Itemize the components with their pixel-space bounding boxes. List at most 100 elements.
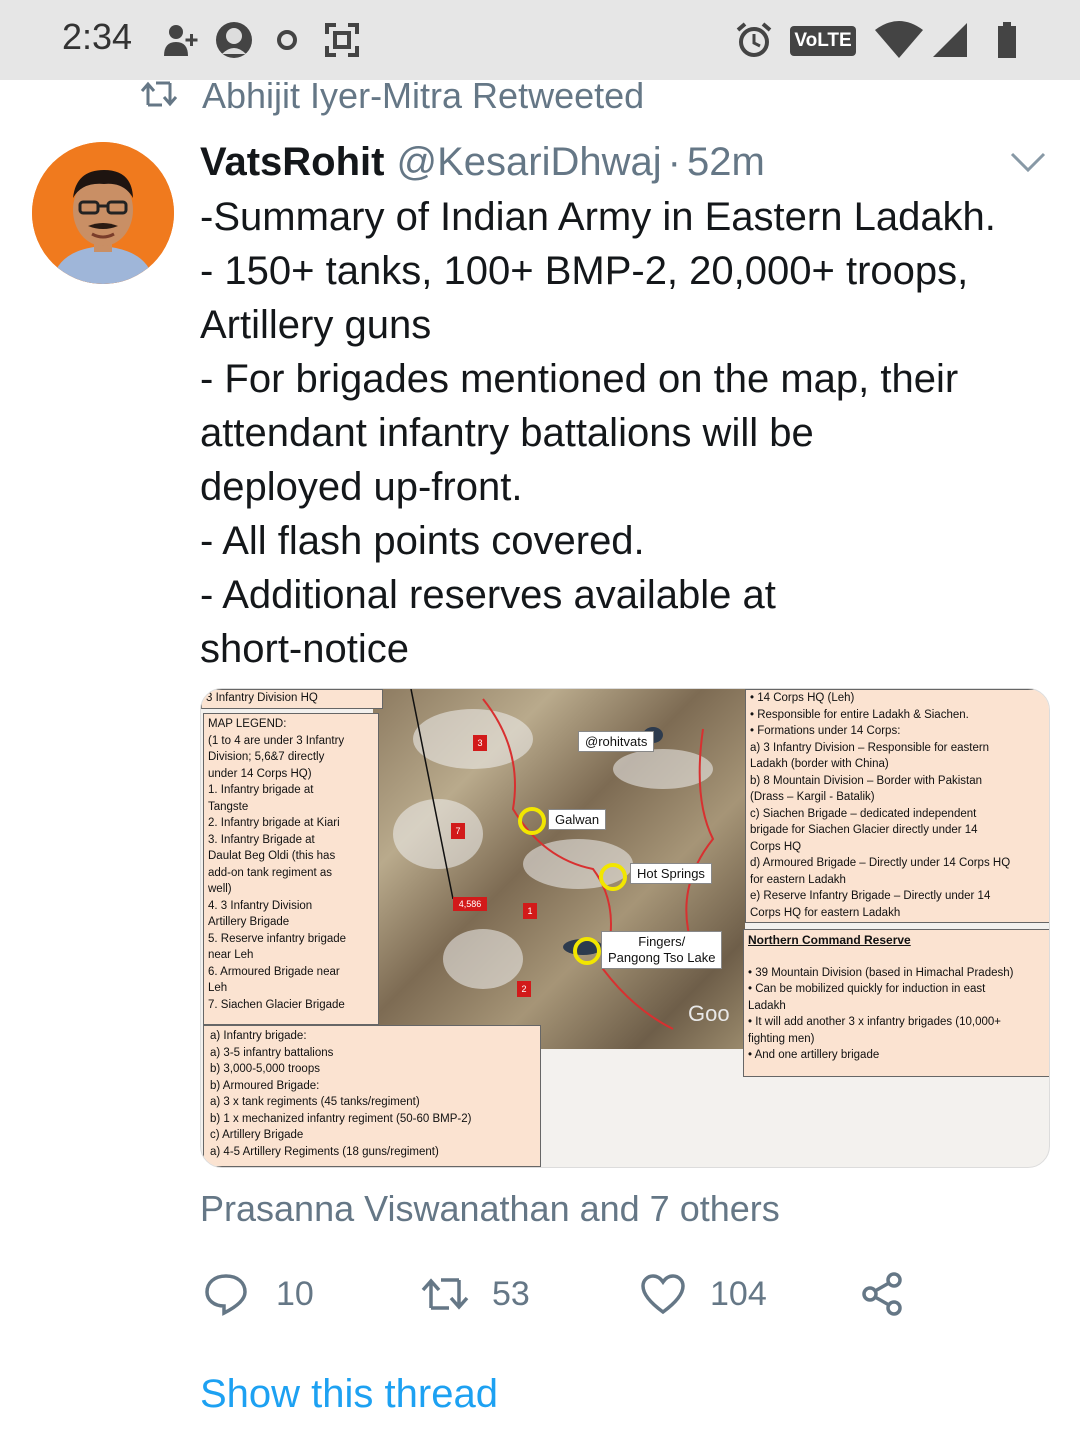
status-time: 2:34 <box>62 16 133 57</box>
legend-line: 5. Reserve infantry brigade <box>208 932 347 945</box>
legend-line: near Leh <box>208 949 254 961</box>
tweet-text: -Summary of Indian Army in Eastern Ladak… <box>200 190 1060 676</box>
corps-info-line: • 14 Corps HQ (Leh) <box>750 692 855 704</box>
corps-info-line: Corps HQ <box>750 840 802 853</box>
map-marker: 3 <box>473 735 487 751</box>
legend-line: 3. Infantry Brigade at <box>208 833 315 846</box>
composition-line: a) Infantry brigade: <box>210 1030 307 1042</box>
battery-icon <box>992 18 1022 62</box>
legend-line: 6. Armoured Brigade near <box>208 965 340 978</box>
legend-line: 2. Infantry brigade at Kiari <box>208 817 340 829</box>
legend-line: (1 to 4 are under 3 Infantry <box>208 734 345 747</box>
retweet-context-icon <box>140 79 178 114</box>
hot-springs-marker <box>599 863 627 891</box>
corps-info-line: e) Reserve Infantry Brigade – Directly u… <box>750 890 991 902</box>
galwan-marker <box>518 807 546 835</box>
reply-button[interactable]: 10 <box>204 1266 314 1322</box>
likers-summary[interactable]: Prasanna Viswanathan and 7 others <box>200 1188 780 1230</box>
corps-info-line: (Drass – Kargil - Batalik) <box>750 791 875 803</box>
reserve-line: • Can be mobilized quickly for induction… <box>748 983 986 995</box>
height-marker: 4,586 <box>453 897 487 911</box>
reserve-line: • And one artillery brigade <box>748 1049 880 1061</box>
corps-info-line: d) Armoured Brigade – Directly under 14 … <box>750 857 1011 869</box>
avatar[interactable] <box>32 142 174 284</box>
corps-info-line: c) Siachen Brigade – dedicated independe… <box>750 807 977 820</box>
division-hq-text: 3 Infantry Division HQ <box>206 692 318 704</box>
author-handle[interactable]: @KesariDhwaj <box>396 140 661 185</box>
share-button[interactable] <box>860 1266 904 1322</box>
legend-line: 4. 3 Infantry Division <box>208 899 313 912</box>
brigade-composition-box: a) Infantry brigade: a) 3-5 infantry bat… <box>203 1025 541 1167</box>
chevron-down-icon[interactable] <box>1008 148 1048 176</box>
legend-line: add-on tank regiment as <box>208 866 333 879</box>
header-separator: · <box>667 139 681 184</box>
tweet-time[interactable]: 52m <box>687 140 765 185</box>
tweet-line: deployed up-front. <box>200 465 523 509</box>
tweet-line: -Summary of Indian Army in Eastern Ladak… <box>200 195 996 239</box>
retweet-context[interactable]: Abhijit Iyer-Mitra Retweeted <box>140 74 644 118</box>
composition-line: c) Artillery Brigade <box>210 1129 304 1141</box>
retweet-icon <box>421 1278 469 1310</box>
fingers-label-line: Fingers/ <box>638 934 686 949</box>
share-icon <box>862 1272 902 1316</box>
legend-line: Tangste <box>208 800 249 813</box>
corps-info-line: • Formations under 14 Corps: <box>750 725 901 737</box>
composition-line: b) 3,000-5,000 troops <box>210 1063 320 1075</box>
legend-line: Artillery Brigade <box>208 916 290 928</box>
tweet-line: - Additional reserves available at <box>200 573 776 617</box>
map-image: @rohitvats Galwan Hot Springs Fingers/ P… <box>373 689 745 1049</box>
legend-line: 7. Siachen Glacier Brigade <box>208 998 345 1011</box>
show-thread-link[interactable]: Show this thread <box>200 1372 498 1417</box>
corps-info-line: a) 3 Infantry Division – Responsible for… <box>750 741 990 754</box>
status-bar: 2:34 VoLTE <box>0 0 1080 80</box>
tweet-line: attendant infantry battalions will be <box>200 411 814 455</box>
tweet-line: short-notice <box>200 627 409 671</box>
corps-info-line: Ladakh (border with China) <box>750 758 889 770</box>
galwan-label: Galwan <box>548 809 607 830</box>
composition-line: b) Armoured Brigade: <box>210 1079 320 1092</box>
volte-indicator: VoLTE <box>790 26 856 56</box>
division-hq-label: 3 Infantry Division HQ <box>201 689 383 709</box>
profile-notification-icon <box>212 18 256 62</box>
tweet-line: - 150+ tanks, 100+ BMP-2, 20,000+ troops… <box>200 249 969 293</box>
map-watermark: @rohitvats <box>578 731 655 752</box>
alarm-icon <box>732 18 776 62</box>
like-button[interactable]: 104 <box>640 1266 767 1322</box>
fingers-marker <box>573 937 601 965</box>
corps-info-line: Corps HQ for eastern Ladakh <box>750 906 901 919</box>
wifi-icon <box>872 18 926 62</box>
heart-icon <box>641 1274 685 1315</box>
legend-line: Division; 5,6&7 directly <box>208 751 325 763</box>
tweet-line: Artillery guns <box>200 303 432 347</box>
reply-icon <box>205 1274 247 1316</box>
map-marker: 1 <box>523 903 537 919</box>
retweet-count: 53 <box>492 1274 530 1313</box>
reserve-line: fighting men) <box>748 1032 815 1045</box>
legend-line: Daulat Beg Oldi (this has <box>208 850 336 862</box>
reserve-title: Northern Command Reserve <box>748 933 911 947</box>
tweet-header: VatsRohit @KesariDhwaj · 52m <box>200 136 1000 188</box>
reserve-line: • 39 Mountain Division (based in Himacha… <box>748 966 1014 979</box>
tweet-line: - For brigades mentioned on the map, the… <box>200 357 959 401</box>
composition-line: a) 3 x tank regiments (45 tanks/regiment… <box>210 1096 420 1108</box>
legend-line: 1. Infantry brigade at <box>208 784 314 796</box>
composition-line: a) 3-5 infantry battalions <box>210 1046 334 1059</box>
retweet-button[interactable]: 53 <box>420 1266 530 1322</box>
legend-line: well) <box>208 883 232 895</box>
map-marker: 7 <box>451 823 465 839</box>
reserve-line: • It will add another 3 x infantry briga… <box>748 1016 1002 1028</box>
signal-icon <box>930 18 970 62</box>
reply-count: 10 <box>276 1274 314 1313</box>
circle-notification-icon <box>272 18 302 62</box>
tweet-line: - All flash points covered. <box>200 519 645 563</box>
corps-info-line: b) 8 Mountain Division – Border with Pak… <box>750 774 983 787</box>
tweet-media-image[interactable]: @rohitvats Galwan Hot Springs Fingers/ P… <box>200 688 1050 1168</box>
map-google-watermark: Goo <box>688 1001 730 1026</box>
corps-info-line: for eastern Ladakh <box>750 873 846 886</box>
corps-info-line: • Responsible for entire Ladakh & Siache… <box>750 708 969 721</box>
author-name[interactable]: VatsRohit <box>200 140 384 185</box>
corps-info-box: • 14 Corps HQ (Leh) • Responsible for en… <box>745 689 1049 923</box>
fingers-label: Fingers/ Pangong Tso Lake <box>601 931 723 969</box>
hot-springs-label: Hot Springs <box>630 863 712 884</box>
corps-info-line: brigade for Siachen Glacier directly und… <box>750 824 978 836</box>
